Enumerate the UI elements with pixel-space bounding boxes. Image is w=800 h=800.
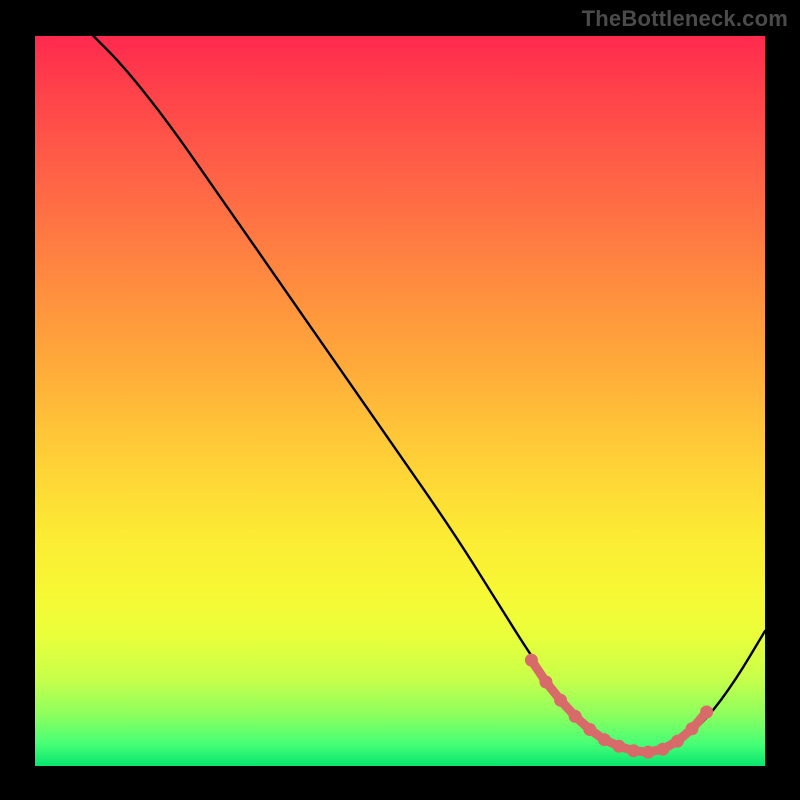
optimal-marker-dot: [627, 744, 640, 757]
optimal-marker-dot: [656, 743, 669, 756]
chart-container: TheBottleneck.com: [0, 0, 800, 800]
watermark-label: TheBottleneck.com: [582, 6, 788, 32]
optimal-marker-dot: [700, 706, 713, 719]
optimal-marker-dot: [598, 733, 611, 746]
optimal-marker-dot: [554, 694, 567, 707]
optimal-marker-dot: [569, 710, 582, 723]
optimal-marker-dot: [686, 722, 699, 735]
bottleneck-curve: [93, 36, 765, 751]
optimal-marker-dot: [613, 740, 626, 753]
optimal-marker-dot: [642, 746, 655, 759]
curve-layer: [35, 36, 765, 766]
optimal-marker-dot: [525, 654, 538, 667]
optimal-marker-dot: [540, 676, 553, 689]
optimal-band-markers: [525, 654, 713, 759]
plot-area: [35, 36, 765, 766]
optimal-marker-dot: [671, 735, 684, 748]
optimal-marker-dot: [583, 723, 596, 736]
